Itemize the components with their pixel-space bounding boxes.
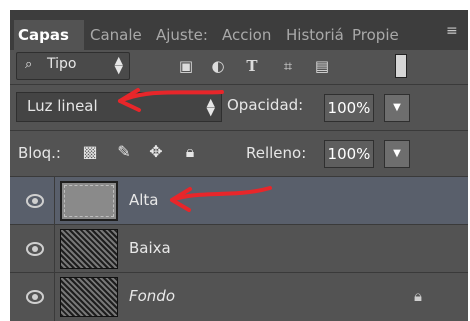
tab-ajustes[interactable]: Ajuste: xyxy=(156,20,214,50)
divider xyxy=(10,130,468,131)
layer-name: Alta xyxy=(129,191,159,209)
fill-input[interactable]: 100% xyxy=(324,140,374,168)
filter-kind-label: Tipo xyxy=(47,56,77,72)
blend-mode-select[interactable]: Luz lineal ▲ ▼ xyxy=(16,92,222,122)
layer-thumbnail xyxy=(60,277,118,317)
select-arrows-icon: ▲ ▼ xyxy=(114,54,123,76)
filter-toggle-switch[interactable] xyxy=(395,54,407,78)
opacity-dropdown-button[interactable]: ▼ xyxy=(384,94,410,122)
blend-mode-value: Luz lineal xyxy=(27,97,98,115)
layer-thumbnail xyxy=(60,181,118,221)
shape-filter-icon[interactable]: ⌗ xyxy=(278,56,298,76)
select-arrows-icon: ▲ ▼ xyxy=(206,96,215,118)
divider xyxy=(54,225,55,273)
layer-row-fondo[interactable]: Fondo 🔒︎ xyxy=(10,272,468,321)
divider xyxy=(10,84,468,85)
tab-canales[interactable]: Canale xyxy=(90,20,150,50)
layer-row-alta[interactable]: Alta xyxy=(10,176,468,225)
divider xyxy=(54,177,55,225)
tab-acciones[interactable]: Accion xyxy=(222,20,278,50)
tab-propiedades[interactable]: Propie xyxy=(352,20,412,50)
visibility-eye-icon[interactable] xyxy=(26,194,44,208)
lock-label: Bloq.: xyxy=(18,144,61,162)
filter-kind-select[interactable]: ⌕ Tipo ▲ ▼ xyxy=(16,52,130,80)
lock-all-icon[interactable]: 🔒︎ xyxy=(180,142,200,162)
panel-tab-bar: Capas Canale Ajuste: Accion Historiá Pro… xyxy=(10,10,468,50)
lock-image-pixels-icon[interactable]: ✎ xyxy=(114,142,134,162)
opacity-label: Opacidad: xyxy=(227,96,304,114)
divider xyxy=(54,273,55,321)
image-filter-icon[interactable]: ▣ xyxy=(176,56,196,76)
type-filter-icon[interactable]: T xyxy=(242,56,262,76)
layer-name: Fondo xyxy=(129,287,176,305)
visibility-eye-icon[interactable] xyxy=(26,242,44,256)
layer-lock-icon[interactable]: 🔒︎ xyxy=(414,287,422,305)
layer-name: Baixa xyxy=(129,239,171,257)
lock-transparent-pixels-icon[interactable]: ▩ xyxy=(80,142,100,162)
smart-object-filter-icon[interactable]: ▤ xyxy=(312,56,332,76)
fill-dropdown-button[interactable]: ▼ xyxy=(384,140,410,168)
layer-thumbnail xyxy=(60,229,118,269)
fill-label: Relleno: xyxy=(246,144,307,162)
visibility-eye-icon[interactable] xyxy=(26,290,44,304)
tab-historia[interactable]: Historiá xyxy=(286,20,346,50)
lock-position-icon[interactable]: ✥ xyxy=(146,142,166,162)
adjustment-filter-icon[interactable]: ◐ xyxy=(208,56,228,76)
search-icon: ⌕ xyxy=(25,57,33,72)
tab-capas[interactable]: Capas xyxy=(14,20,84,50)
opacity-input[interactable]: 100% xyxy=(324,94,374,122)
layers-panel: Capas Canale Ajuste: Accion Historiá Pro… xyxy=(10,10,468,321)
layer-row-baixa[interactable]: Baixa xyxy=(10,224,468,273)
panel-menu-icon[interactable]: ≡ xyxy=(446,22,462,40)
